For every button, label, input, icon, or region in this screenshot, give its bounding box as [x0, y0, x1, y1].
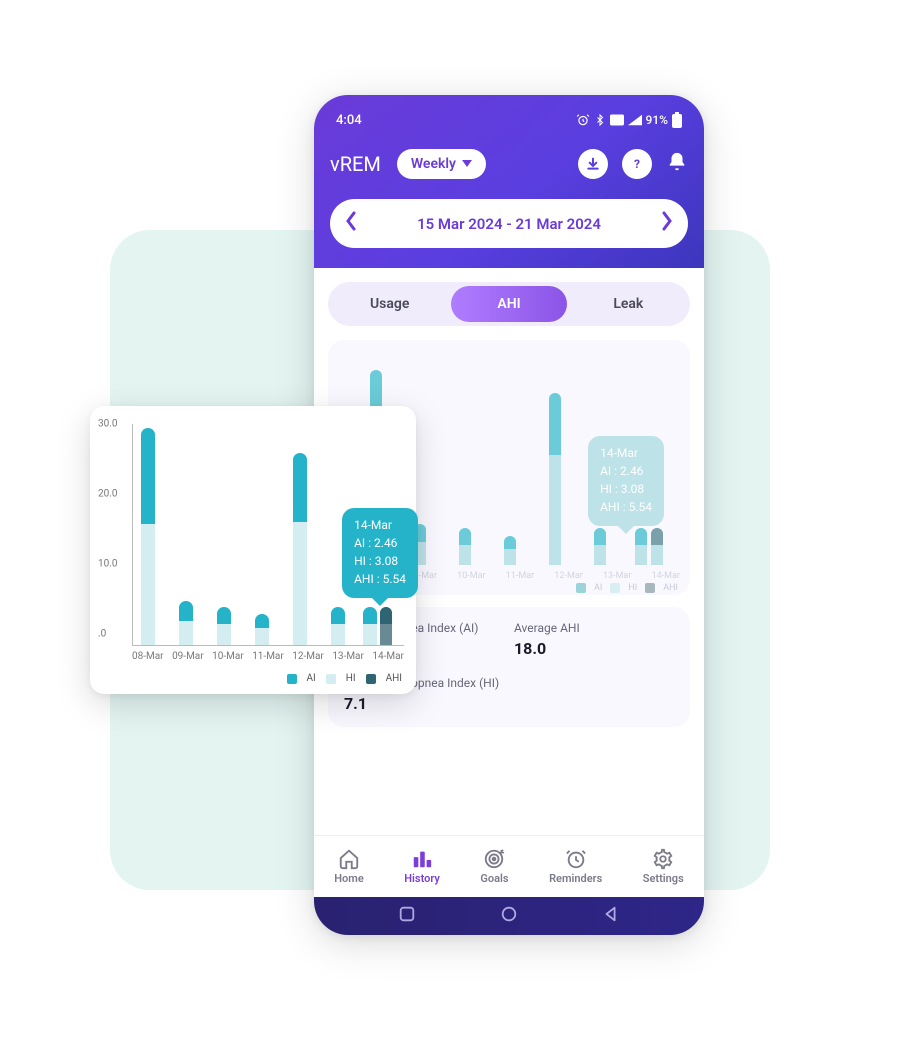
svg-text:?: ?	[634, 157, 640, 171]
signal-icon	[628, 114, 642, 126]
status-time: 4:04	[336, 113, 362, 128]
sys-back-button[interactable]	[602, 905, 620, 927]
chart-xticks: 08-Mar09-Mar10-Mar11-Mar12-Mar13-Mar14-M…	[132, 651, 404, 662]
sys-recent-button[interactable]	[398, 905, 416, 927]
metric-tabs: Usage AHI Leak	[328, 282, 690, 326]
metric-hi-value: 7.1	[344, 694, 504, 713]
date-range-label: 15 Mar 2024 - 21 Mar 2024	[417, 215, 601, 233]
target-icon	[483, 848, 505, 870]
battery-percent: 91%	[646, 113, 668, 127]
notifications-button[interactable]	[666, 151, 688, 177]
tab-leak[interactable]: Leak	[571, 286, 686, 322]
clock-icon	[565, 848, 587, 870]
chart-tooltip-faded: 14-Mar AI : 2.46 HI : 3.08 AHI : 5.54	[588, 436, 664, 526]
nav-reminders[interactable]: Reminders	[549, 848, 602, 885]
chevron-down-icon	[462, 160, 472, 168]
metric-ahi-label: Average AHI	[514, 621, 674, 635]
ytick-20: 20.0	[98, 489, 118, 500]
chart-tooltip: 14-Mar AI : 2.46 HI : 3.08 AHI : 5.54	[342, 508, 418, 598]
chart-legend-faded: AI HI AHI	[576, 583, 678, 593]
ytick-0: .0	[98, 629, 106, 640]
volte-icon	[610, 114, 624, 126]
toolbar: vREM Weekly ?	[330, 149, 688, 179]
question-icon: ?	[629, 156, 645, 172]
bluetooth-icon	[594, 113, 606, 127]
nav-settings[interactable]: Settings	[643, 848, 684, 885]
status-bar: 4:04 91%	[330, 107, 688, 133]
chart-legend: AI HI AHI	[287, 673, 403, 684]
metric-ahi: Average AHI 18.0	[514, 621, 674, 658]
download-button[interactable]	[578, 149, 608, 179]
tab-ahi[interactable]: AHI	[451, 286, 566, 322]
date-prev-button[interactable]	[344, 211, 358, 236]
nav-history[interactable]: History	[404, 848, 440, 885]
date-next-button[interactable]	[660, 211, 674, 236]
ahi-chart-overlay: 30.0 20.0 10.0 .0 08-Mar09-Mar10-Mar11-M…	[90, 406, 416, 694]
tab-usage[interactable]: Usage	[332, 286, 447, 322]
bell-icon	[666, 151, 688, 173]
metric-ahi-value: 18.0	[514, 639, 674, 658]
home-icon	[338, 848, 360, 870]
download-icon	[585, 156, 601, 172]
period-selector-label: Weekly	[411, 156, 456, 172]
help-button[interactable]: ?	[622, 149, 652, 179]
chevron-right-icon	[660, 211, 674, 231]
app-title: vREM	[330, 152, 381, 176]
sys-home-button[interactable]	[500, 905, 518, 927]
nav-goals[interactable]: Goals	[480, 848, 508, 885]
chart-icon	[411, 848, 433, 870]
period-selector[interactable]: Weekly	[397, 149, 486, 179]
date-range-selector: 15 Mar 2024 - 21 Mar 2024	[330, 199, 688, 248]
battery-icon	[672, 112, 682, 128]
system-nav	[314, 897, 704, 935]
app-header: 4:04 91% vREM Weekly ?	[314, 95, 704, 268]
status-icons: 91%	[576, 112, 682, 128]
alarm-icon	[576, 113, 590, 127]
bottom-nav: Home History Goals Reminders Settings	[314, 835, 704, 897]
ytick-30: 30.0	[98, 419, 118, 430]
gear-icon	[652, 848, 674, 870]
chevron-left-icon	[344, 211, 358, 231]
nav-home[interactable]: Home	[334, 848, 364, 885]
ytick-10: 10.0	[98, 559, 118, 570]
